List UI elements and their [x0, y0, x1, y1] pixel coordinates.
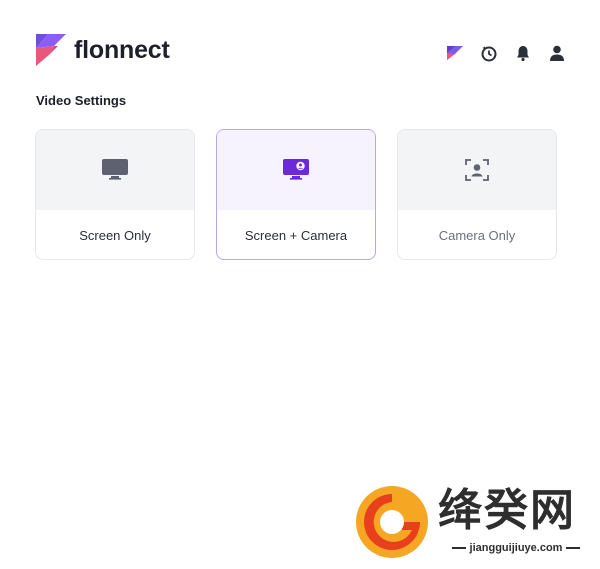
site-watermark: 绛癸网 jiangguijiuye.com: [352, 482, 600, 569]
monitor-icon: [102, 159, 128, 180]
monitor-camera-icon: [283, 159, 309, 180]
flonnect-mini-icon[interactable]: [446, 44, 464, 62]
option-preview: [217, 130, 375, 210]
watermark-text: 绛癸网: [438, 485, 576, 536]
watermark-logo-icon: [356, 486, 428, 558]
camera-frame-icon: [465, 159, 489, 181]
option-preview: [36, 130, 194, 210]
app-header: flonnect: [0, 0, 600, 80]
header-actions: [446, 44, 566, 62]
flonnect-logo-icon: [36, 34, 66, 66]
watermark-url: jiangguijiuye.com: [436, 542, 596, 554]
section-title: Video Settings: [36, 93, 127, 108]
user-icon[interactable]: [548, 44, 566, 62]
brand-logo[interactable]: flonnect: [36, 34, 170, 66]
option-screen-only[interactable]: Screen Only: [35, 129, 195, 260]
bell-icon[interactable]: [514, 44, 532, 62]
brand-name: flonnect: [74, 36, 170, 64]
option-camera-only[interactable]: Camera Only: [397, 129, 557, 260]
option-label: Screen + Camera: [244, 228, 348, 243]
history-icon[interactable]: [480, 44, 498, 62]
option-preview: [398, 130, 556, 210]
option-label: Screen Only: [79, 228, 151, 243]
option-screen-camera[interactable]: Screen + Camera: [216, 129, 376, 260]
option-label: Camera Only: [438, 228, 516, 243]
video-options: Screen Only Screen + Camera Camera Only: [35, 129, 557, 260]
